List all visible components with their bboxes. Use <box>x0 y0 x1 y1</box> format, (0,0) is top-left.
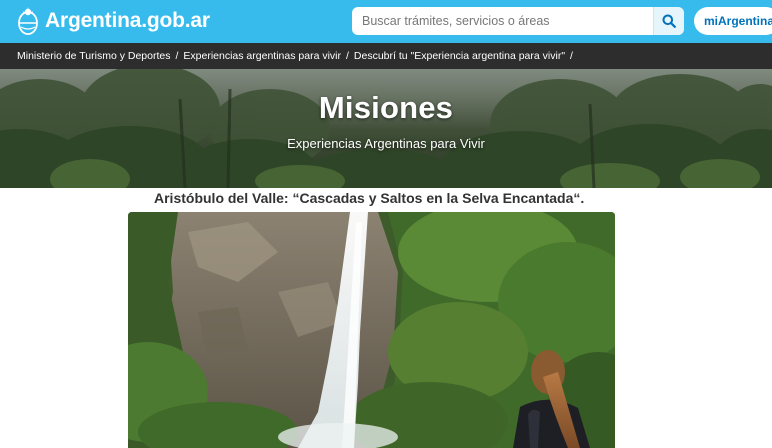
top-navigation-bar: Argentina.gob.ar miArgentina <box>0 0 772 43</box>
breadcrumb-separator: / <box>175 50 179 62</box>
hero-subtitle: Experiencias Argentinas para Vivir <box>287 136 485 151</box>
mi-argentina-button[interactable]: miArgentina <box>694 7 772 35</box>
jungle-background-image <box>0 69 772 188</box>
breadcrumb-item-descubri[interactable]: Descubrí tu "Experiencia argentina para … <box>354 50 565 62</box>
search-icon <box>662 14 676 28</box>
breadcrumb: Ministerio de Turismo y Deportes / Exper… <box>0 43 772 69</box>
waterfall-photo <box>128 212 615 448</box>
breadcrumb-separator: / <box>570 50 573 62</box>
search-box <box>352 7 684 35</box>
mi-argentina-label: miArgentina <box>704 14 772 28</box>
breadcrumb-item-experiencias[interactable]: Experiencias argentinas para vivir <box>183 50 341 62</box>
argentina-shield-icon <box>17 7 39 35</box>
breadcrumb-separator: / <box>345 50 349 62</box>
search-button[interactable] <box>653 7 684 35</box>
search-input[interactable] <box>352 7 652 35</box>
article-title: Aristóbulo del Valle: “Cascadas y Saltos… <box>154 190 585 206</box>
hero-banner: Misiones Experiencias Argentinas para Vi… <box>0 69 772 188</box>
breadcrumb-item-ministerio[interactable]: Ministerio de Turismo y Deportes <box>17 50 170 62</box>
site-logo[interactable]: Argentina.gob.ar <box>17 6 210 36</box>
site-title: Argentina.gob.ar <box>45 9 210 32</box>
hero-title: Misiones <box>318 90 454 125</box>
